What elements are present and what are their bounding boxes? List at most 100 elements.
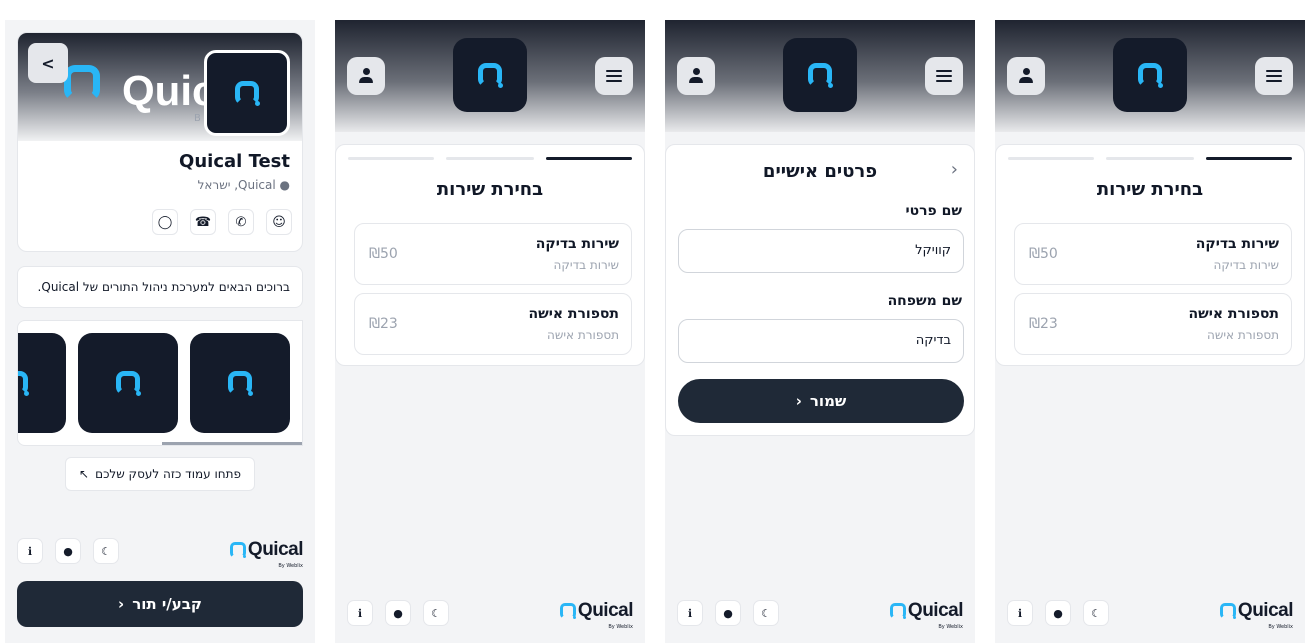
service-item[interactable]: תספורת אישה תספורת אישה ₪23 [354, 293, 632, 355]
user-button[interactable] [1007, 57, 1045, 95]
info-icon: ℹ [357, 606, 363, 620]
card-title: בחירת שירות [436, 179, 544, 200]
user-icon [688, 68, 704, 84]
first-name-field[interactable]: קוויקל [678, 229, 964, 273]
cover-word: Quic [122, 67, 216, 114]
phone-button[interactable]: ✆ [228, 209, 254, 235]
service-item[interactable]: תספורת אישה תספורת אישה ₪23 [1014, 293, 1292, 355]
language-button[interactable]: ● [55, 538, 81, 564]
quical-logo-icon [229, 542, 246, 558]
service-panel: בחירת שירות שירות בדיקה שירות בדיקה ₪50 תס… [335, 20, 645, 643]
profile-card: Quic B < Quical Test ● Quical, ישראל ◯ ☎… [17, 32, 303, 252]
info-icon: ℹ [1017, 606, 1023, 620]
whatsapp-icon: ☎ [194, 214, 212, 230]
quical-logo-icon [559, 603, 576, 619]
header-logo [1113, 38, 1187, 112]
last-name-label: שם משפחה [887, 293, 962, 309]
header [995, 20, 1305, 132]
external-link-icon: ↖ [79, 467, 90, 481]
gallery-image[interactable] [190, 333, 290, 433]
menu-button[interactable] [925, 57, 963, 95]
card-title: פרטים אישיים [762, 161, 878, 182]
quical-brand-logo: Quical By Weblix [559, 600, 634, 630]
globe-icon: ● [723, 606, 733, 620]
chevron-left-icon: ‹ [795, 392, 802, 410]
menu-button[interactable] [595, 57, 633, 95]
location-pin-icon: ● [275, 178, 290, 192]
business-name: Quical Test [179, 151, 290, 172]
info-button[interactable]: ℹ [347, 600, 373, 626]
whatsapp-button[interactable]: ☎ [190, 209, 216, 235]
first-name-label: שם פרטי [905, 203, 962, 219]
service-item[interactable]: שירות בדיקה שירות בדיקה ₪50 [1014, 223, 1292, 285]
quical-logo-icon [18, 371, 29, 396]
user-button[interactable] [677, 57, 715, 95]
service-item[interactable]: שירות בדיקה שירות בדיקה ₪50 [354, 223, 632, 285]
language-button[interactable]: ● [1045, 600, 1071, 626]
header-logo [783, 38, 857, 112]
info-button[interactable]: ℹ [17, 538, 43, 564]
quical-brand-logo: Quical By Weblix [889, 600, 964, 630]
service-card: בחירת שירות שירות בדיקה שירות בדיקה ₪50 תס… [995, 144, 1305, 366]
user-icon [358, 68, 374, 84]
share-icon: < [41, 53, 55, 73]
moon-icon: ☾ [761, 606, 771, 620]
book-appointment-button[interactable]: קבע/י תור ‹ [17, 581, 303, 627]
language-button[interactable]: ● [715, 600, 741, 626]
info-icon: ℹ [27, 544, 33, 558]
cover-by: B [194, 113, 201, 124]
last-name-field[interactable]: בדיקה [678, 319, 964, 363]
info-button[interactable]: ℹ [1007, 600, 1033, 626]
waze-icon: ☺ [272, 214, 286, 230]
info-button[interactable]: ℹ [677, 600, 703, 626]
globe-icon: ● [1053, 606, 1063, 620]
quical-logo-icon [889, 603, 906, 619]
dark-mode-button[interactable]: ☾ [753, 600, 779, 626]
quical-logo-icon [1138, 63, 1163, 88]
info-icon: ℹ [687, 606, 693, 620]
moon-icon: ☾ [101, 544, 111, 558]
globe-icon: ● [63, 544, 73, 558]
personal-details-panel: › פרטים אישיים שם פרטי קוויקל שם משפחה ב… [665, 20, 975, 643]
menu-icon [606, 70, 622, 82]
dark-mode-button[interactable]: ☾ [423, 600, 449, 626]
header [665, 20, 975, 132]
dark-mode-button[interactable]: ☾ [1083, 600, 1109, 626]
user-button[interactable] [347, 57, 385, 95]
save-button[interactable]: שמור ‹ [678, 379, 964, 423]
gallery[interactable] [17, 320, 303, 446]
menu-icon [936, 70, 952, 82]
service-card: בחירת שירות שירות בדיקה שירות בדיקה ₪50 תס… [335, 144, 645, 366]
dark-mode-button[interactable]: ☾ [93, 538, 119, 564]
quical-logo-icon [478, 63, 503, 88]
user-icon [1018, 68, 1034, 84]
business-location: ● Quical, ישראל [197, 178, 290, 192]
card-title: בחירת שירות [1096, 179, 1204, 200]
instagram-button[interactable]: ◯ [152, 209, 178, 235]
globe-icon: ● [393, 606, 403, 620]
service-panel: בחירת שירות שירות בדיקה שירות בדיקה ₪50 תס… [995, 20, 1305, 643]
moon-icon: ☾ [431, 606, 441, 620]
quical-logo-icon [116, 371, 141, 396]
quical-logo-icon [1219, 603, 1236, 619]
menu-button[interactable] [1255, 57, 1293, 95]
instagram-icon: ◯ [157, 214, 173, 230]
quical-logo-icon [228, 371, 253, 396]
open-page-button[interactable]: פתחו עמוד כזה לעסק שלכם ↖ [65, 457, 255, 491]
cover-logo-icon [64, 65, 100, 101]
header-logo [453, 38, 527, 112]
header [335, 20, 645, 132]
gallery-image[interactable] [78, 333, 178, 433]
waze-button[interactable]: ☺ [266, 209, 292, 235]
share-button[interactable]: < [28, 43, 68, 83]
quical-logo-icon [235, 81, 260, 106]
avatar [204, 50, 290, 136]
gallery-scrollbar[interactable] [162, 442, 302, 445]
chevron-left-icon: ‹ [118, 595, 125, 613]
step-indicator [348, 157, 632, 161]
menu-icon [1266, 70, 1282, 82]
gallery-image[interactable] [18, 333, 66, 433]
profile-panel: Quic B < Quical Test ● Quical, ישראל ◯ ☎… [5, 20, 315, 643]
language-button[interactable]: ● [385, 600, 411, 626]
phone-icon: ✆ [235, 214, 247, 230]
